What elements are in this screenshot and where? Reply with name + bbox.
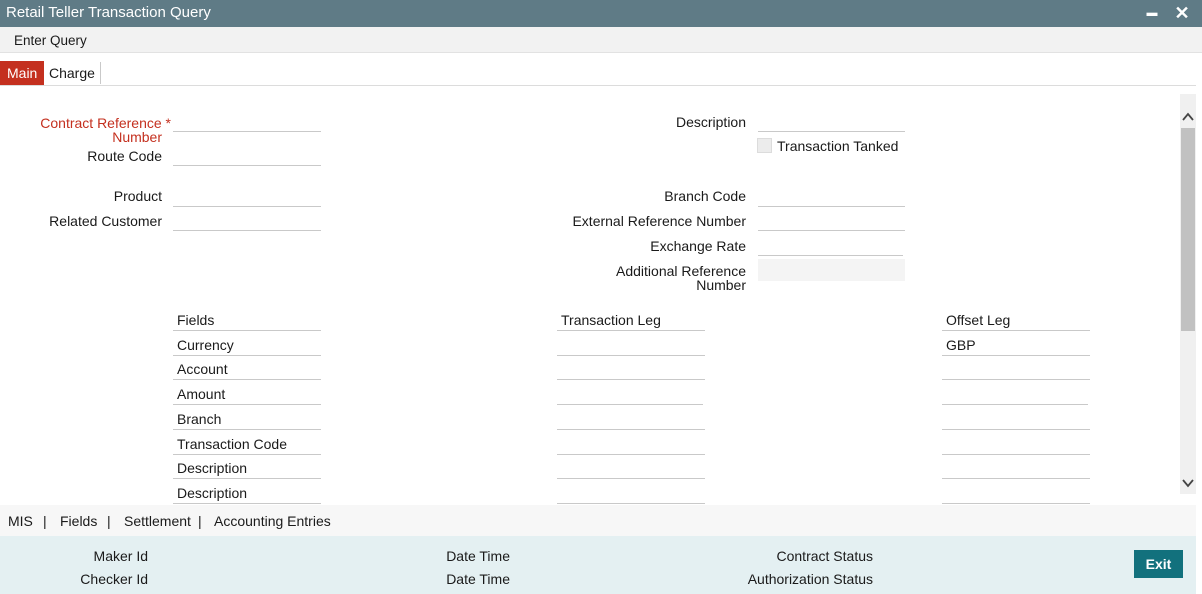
link-separator: | [107, 513, 111, 529]
accounting-entries-link[interactable]: Accounting Entries [214, 513, 331, 529]
exit-button[interactable]: Exit [1134, 550, 1183, 578]
contract-status-label: Contract Status [776, 548, 874, 564]
enter-query-menu-item[interactable]: Enter Query [14, 33, 87, 48]
grid-cell-offset-leg[interactable] [942, 431, 1090, 455]
checker-date-time-label: Date Time [446, 571, 510, 587]
tab-charge[interactable]: Charge [42, 61, 102, 85]
grid-cell-transaction-leg[interactable] [557, 480, 705, 504]
grid-cell-transaction-leg[interactable] [557, 381, 703, 405]
grid-cell-transaction-leg[interactable] [557, 356, 705, 380]
grid-cell-offset-leg[interactable]: GBP [942, 332, 1090, 356]
close-icon[interactable]: ✕ [1170, 2, 1194, 24]
minimize-icon[interactable]: ▬ [1140, 2, 1164, 24]
grid-cell-field: Amount [173, 381, 321, 405]
audit-footer: Maker Id Checker Id Date Time Date Time … [0, 536, 1196, 594]
grid-cell-field: Currency [173, 332, 321, 356]
grid-cell-field: Transaction Code [173, 431, 321, 455]
tab-main[interactable]: Main [0, 61, 45, 85]
grid-cell-offset-leg[interactable] [942, 455, 1090, 479]
product-input[interactable] [173, 183, 321, 207]
external-reference-label: External Reference Number [572, 213, 746, 229]
transaction-tanked-label: Transaction Tanked [777, 138, 899, 154]
grid-cell-transaction-leg[interactable] [557, 406, 705, 430]
route-code-label: Route Code [87, 148, 162, 164]
external-reference-input[interactable] [758, 207, 905, 231]
description-label: Description [675, 114, 746, 130]
window-titlebar: Retail Teller Transaction Query ▬ ✕ [0, 0, 1202, 27]
route-code-input[interactable] [173, 142, 321, 166]
grid-cell-offset-leg[interactable] [942, 381, 1088, 405]
link-separator: | [198, 513, 202, 529]
grid-header-offset-leg: Offset Leg [942, 307, 1090, 331]
additional-reference-label-line2: Number [696, 277, 746, 293]
grid-cell-offset-leg[interactable] [942, 480, 1090, 504]
maker-date-time-label: Date Time [446, 548, 510, 564]
grid-cell-field: Description [173, 455, 321, 479]
scroll-thumb[interactable] [1181, 128, 1195, 331]
mis-link[interactable]: MIS [8, 513, 33, 529]
transaction-tanked-checkbox[interactable] [757, 138, 772, 153]
branch-code-input[interactable] [758, 183, 905, 207]
settlement-link[interactable]: Settlement [124, 513, 191, 529]
subsystem-links-bar: MIS | Fields | Settlement | Accounting E… [0, 505, 1196, 536]
chevron-up-icon[interactable] [1181, 108, 1195, 126]
chevron-down-icon[interactable] [1181, 474, 1195, 492]
grid-header-transaction-leg: Transaction Leg [557, 307, 705, 331]
grid-cell-transaction-leg[interactable] [557, 455, 705, 479]
exchange-rate-label: Exchange Rate [650, 238, 746, 254]
grid-cell-transaction-leg[interactable] [557, 332, 705, 356]
fields-link[interactable]: Fields [60, 513, 97, 529]
tab-divider [100, 62, 101, 84]
authorization-status-label: Authorization Status [747, 571, 873, 587]
product-label: Product [113, 188, 162, 204]
menu-bar: Enter Query [0, 27, 1202, 53]
exchange-rate-input[interactable] [758, 232, 903, 256]
window-title: Retail Teller Transaction Query [6, 4, 211, 21]
grid-cell-field: Branch [173, 406, 321, 430]
related-customer-input[interactable] [173, 207, 321, 231]
grid-cell-offset-leg[interactable] [942, 356, 1090, 380]
link-separator: | [43, 513, 47, 529]
maker-id-label: Maker Id [93, 548, 148, 564]
contract-reference-input[interactable] [173, 108, 321, 132]
grid-cell-transaction-leg[interactable] [557, 431, 705, 455]
branch-code-label: Branch Code [664, 188, 746, 204]
checker-id-label: Checker Id [80, 571, 148, 587]
vertical-scrollbar[interactable] [1180, 94, 1196, 494]
related-customer-label: Related Customer [49, 213, 162, 229]
grid-cell-field: Description [173, 480, 321, 504]
contract-reference-label-line2: Number [112, 129, 162, 145]
additional-reference-input[interactable] [758, 259, 905, 281]
grid-cell-offset-leg[interactable] [942, 406, 1090, 430]
description-input[interactable] [758, 108, 905, 132]
grid-cell-field: Account [173, 356, 321, 380]
grid-header-fields: Fields [173, 307, 321, 331]
